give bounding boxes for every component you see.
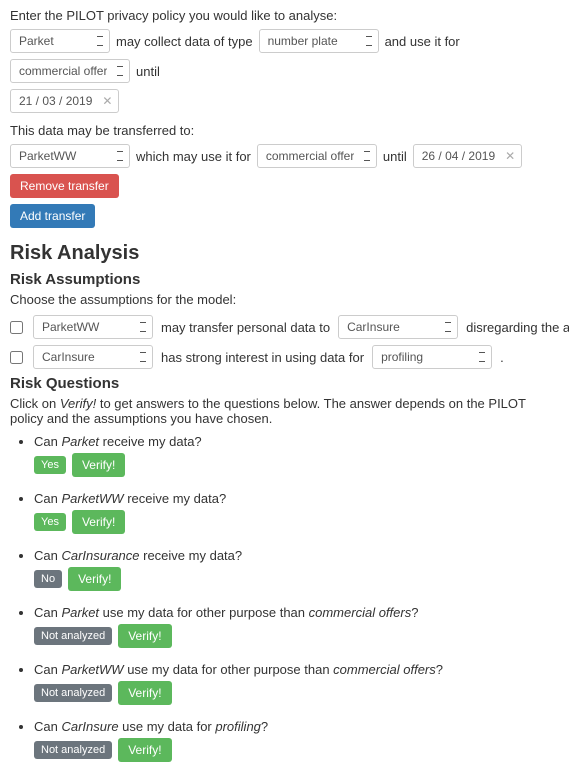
data-type-select[interactable]: number plate — [259, 29, 379, 53]
status-badge: Not analyzed — [34, 627, 112, 645]
questions-list: Can Parket receive my data?YesVerify!Can… — [16, 434, 559, 762]
which-may-label: which may use it for — [136, 149, 251, 164]
risk-assumptions-heading: Risk Assumptions — [10, 271, 559, 288]
policy-until-date[interactable]: 21 / 03 / 2019 ✕ — [10, 89, 119, 113]
verify-button[interactable]: Verify! — [72, 510, 125, 534]
status-badge: Yes — [34, 456, 66, 474]
status-badge: Not analyzed — [34, 684, 112, 702]
verify-button[interactable]: Verify! — [118, 738, 171, 762]
policy-row: Parket may collect data of type number p… — [10, 29, 559, 83]
question-item: Can ParketWW use my data for other purpo… — [34, 662, 559, 705]
clear-date-icon[interactable]: ✕ — [505, 149, 515, 163]
assumption-2-mid: has strong interest in using data for — [161, 350, 364, 365]
transfer-until-date[interactable]: 26 / 04 / 2019 ✕ — [413, 144, 522, 168]
question-text: Can Parket use my data for other purpose… — [34, 605, 559, 620]
until-label: until — [136, 64, 160, 79]
use-for-label: and use it for — [385, 34, 460, 49]
policy-prompt: Enter the PILOT privacy policy you would… — [10, 8, 559, 23]
add-transfer-button[interactable]: Add transfer — [10, 204, 95, 228]
transfer-prompt: This data may be transferred to: — [10, 123, 559, 138]
clear-date-icon[interactable]: ✕ — [102, 94, 112, 108]
question-text: Can Parket receive my data? — [34, 434, 559, 449]
status-badge: Not analyzed — [34, 741, 112, 759]
verify-button[interactable]: Verify! — [68, 567, 121, 591]
verify-button[interactable]: Verify! — [72, 453, 125, 477]
remove-transfer-button[interactable]: Remove transfer — [10, 174, 119, 198]
assumption-2-purpose-select[interactable]: profiling — [372, 345, 492, 369]
question-item: Can ParketWW receive my data? Yes Verify! — [34, 491, 559, 534]
verify-button[interactable]: Verify! — [118, 681, 171, 705]
status-badge: Yes — [34, 513, 66, 531]
policy-purpose-select[interactable]: commercial offers — [10, 59, 130, 83]
policy-until-date-value: 21 / 03 / 2019 — [19, 94, 92, 108]
assumption-row-2: CarInsure has strong interest in using d… — [10, 345, 559, 369]
assumptions-prompt: Choose the assumptions for the model: — [10, 292, 559, 307]
question-text: Can ParketWW receive my data? — [34, 491, 559, 506]
transfer-recipient-select[interactable]: ParketWW — [10, 144, 130, 168]
question-item: Can CarInsurance receive my data? No Verif… — [34, 548, 559, 591]
assumption-1-mid: may transfer personal data to — [161, 320, 330, 335]
question-text: Can ParketWW use my data for other purpo… — [34, 662, 559, 677]
assumption-1-actor-select[interactable]: ParketWW — [33, 315, 153, 339]
assumption-2-tail: . — [500, 350, 504, 365]
assumption-2-actor-select[interactable]: CarInsure — [33, 345, 153, 369]
verify-button[interactable]: Verify! — [118, 624, 171, 648]
risk-questions-heading: Risk Questions — [10, 375, 559, 392]
question-text: Can CarInsurance receive my data? — [34, 548, 559, 563]
question-item: Can CarInsure use my data for profiling?… — [34, 719, 559, 762]
status-badge: No — [34, 570, 62, 588]
assumption-1-target-select[interactable]: CarInsure — [338, 315, 458, 339]
transfer-row: ParketWW which may use it for commercial… — [10, 144, 559, 198]
transfer-until-label: until — [383, 149, 407, 164]
question-item: Can Parket receive my data? Yes Verify! — [34, 434, 559, 477]
assumption-row-1: ParketWW may transfer personal data to C… — [10, 315, 559, 339]
risk-analysis-heading: Risk Analysis — [10, 242, 559, 265]
may-collect-label: may collect data of type — [116, 34, 253, 49]
question-text: Can CarInsure use my data for profiling? — [34, 719, 559, 734]
questions-prompt: Click on Verify! to get answers to the q… — [10, 396, 559, 426]
transfer-purpose-select[interactable]: commercial offers — [257, 144, 377, 168]
transfer-until-date-value: 26 / 04 / 2019 — [422, 149, 495, 163]
policy-subject-select[interactable]: Parket — [10, 29, 110, 53]
assumption-1-tail: disregarding the associated DS policies. — [466, 320, 569, 335]
question-item: Can Parket use my data for other purpose… — [34, 605, 559, 648]
assumption-2-checkbox[interactable] — [10, 351, 23, 364]
assumption-1-checkbox[interactable] — [10, 321, 23, 334]
